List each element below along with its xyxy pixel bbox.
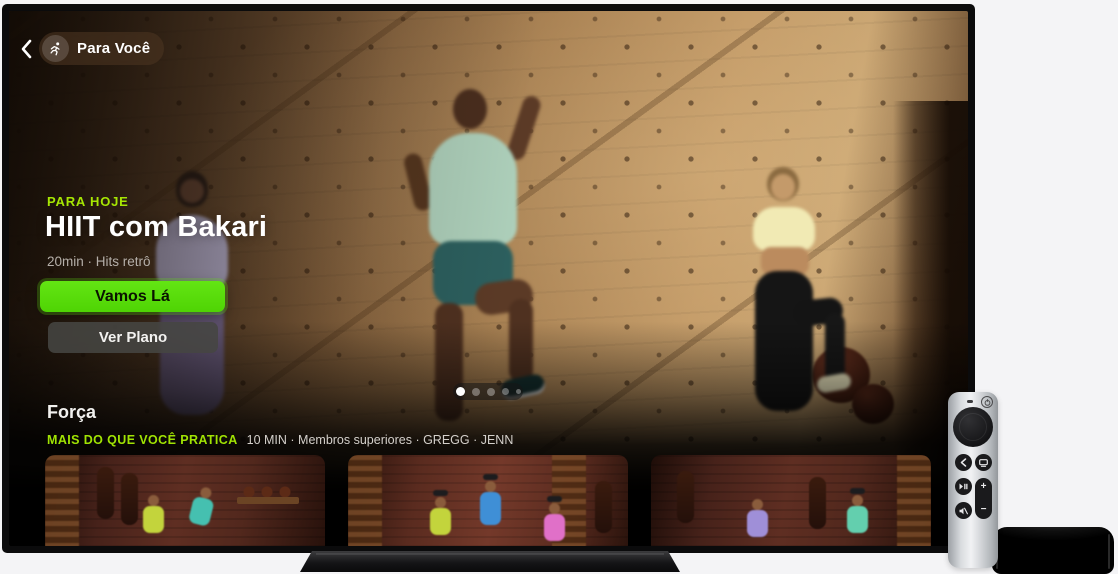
carousel-indicator[interactable]: [453, 383, 523, 400]
volume-up-icon: +: [981, 482, 987, 492]
breadcrumb: Para Você: [21, 32, 164, 65]
figure-torso: [544, 514, 565, 541]
microphone-hole: [967, 400, 973, 403]
shelf-subtitle-row: MAIS DO QUE VOCÊ PRATICA 10 MIN · Membro…: [47, 433, 513, 447]
figure-head: [148, 495, 159, 506]
figure-torso: [747, 510, 768, 537]
figure-torso: [430, 508, 451, 535]
siri-remote: + −: [948, 392, 998, 568]
mute-icon: [955, 502, 972, 519]
workout-thumbnail-1[interactable]: [45, 455, 325, 546]
figure-torso: [188, 496, 215, 527]
ball-shelf: [237, 497, 299, 504]
volume-down-icon: −: [981, 505, 987, 515]
breadcrumb-back-icon[interactable]: [21, 39, 32, 59]
punching-bag: [677, 471, 694, 523]
carousel-dot: [472, 388, 480, 396]
remote-clickpad: [953, 407, 993, 447]
shelf-title: Força: [47, 402, 96, 423]
carousel-dot: [502, 388, 509, 395]
apple-tv-box: [992, 527, 1114, 574]
figure-head: [549, 503, 560, 514]
wall-ladder: [45, 455, 79, 546]
figure-head: [852, 495, 863, 506]
workout-thumbnail-3[interactable]: [651, 455, 931, 546]
punching-bag: [97, 467, 114, 519]
volume-rocker: + −: [975, 478, 992, 519]
workout-thumbnail-row: [45, 455, 931, 546]
breadcrumb-pill[interactable]: Para Você: [39, 32, 164, 65]
play-pause-icon: [955, 478, 972, 495]
workout-thumbnail-2[interactable]: [348, 455, 628, 546]
dumbbell: [433, 490, 448, 496]
carousel-dot: [516, 389, 521, 394]
wall-ladder: [348, 455, 382, 546]
figure-torso: [480, 492, 501, 525]
tv-screen: Para Você PARA HOJE HIIT com Bakari 20mi…: [9, 11, 968, 546]
figure-torso: [847, 506, 868, 533]
hero-eyebrow: PARA HOJE: [47, 194, 129, 209]
tv-frame: Para Você PARA HOJE HIIT com Bakari 20mi…: [2, 4, 975, 553]
dumbbell: [850, 488, 865, 494]
view-plan-button[interactable]: Ver Plano: [48, 322, 218, 353]
hero-title: HIIT com Bakari: [45, 211, 267, 244]
box-edge-highlight: [1108, 534, 1110, 569]
hero-meta: 20min · Hits retrô: [47, 254, 151, 269]
tv-stand: [300, 551, 680, 572]
punching-bag: [595, 481, 612, 533]
carousel-dot: [456, 387, 465, 396]
figure-head: [752, 499, 763, 510]
punching-bag: [809, 477, 826, 529]
carousel-dot: [487, 388, 495, 396]
figure-head: [485, 481, 496, 492]
dumbbell: [547, 496, 562, 502]
remote-back-icon: [955, 454, 972, 471]
dumbbell: [483, 474, 498, 480]
power-icon: [981, 396, 993, 408]
shelf-meta: 10 MIN · Membros superiores · GREGG · JE…: [247, 433, 514, 447]
remote-tv-icon: [975, 454, 992, 471]
shelf-highlight-label: MAIS DO QUE VOCÊ PRATICA: [47, 433, 238, 447]
wall-ladder: [897, 455, 931, 546]
start-workout-button[interactable]: Vamos Lá: [40, 281, 225, 312]
punching-bag: [121, 473, 138, 525]
breadcrumb-label: Para Você: [77, 40, 150, 57]
figure-head: [435, 497, 446, 508]
fitness-runner-icon: [42, 35, 69, 62]
figure-torso: [143, 506, 164, 533]
